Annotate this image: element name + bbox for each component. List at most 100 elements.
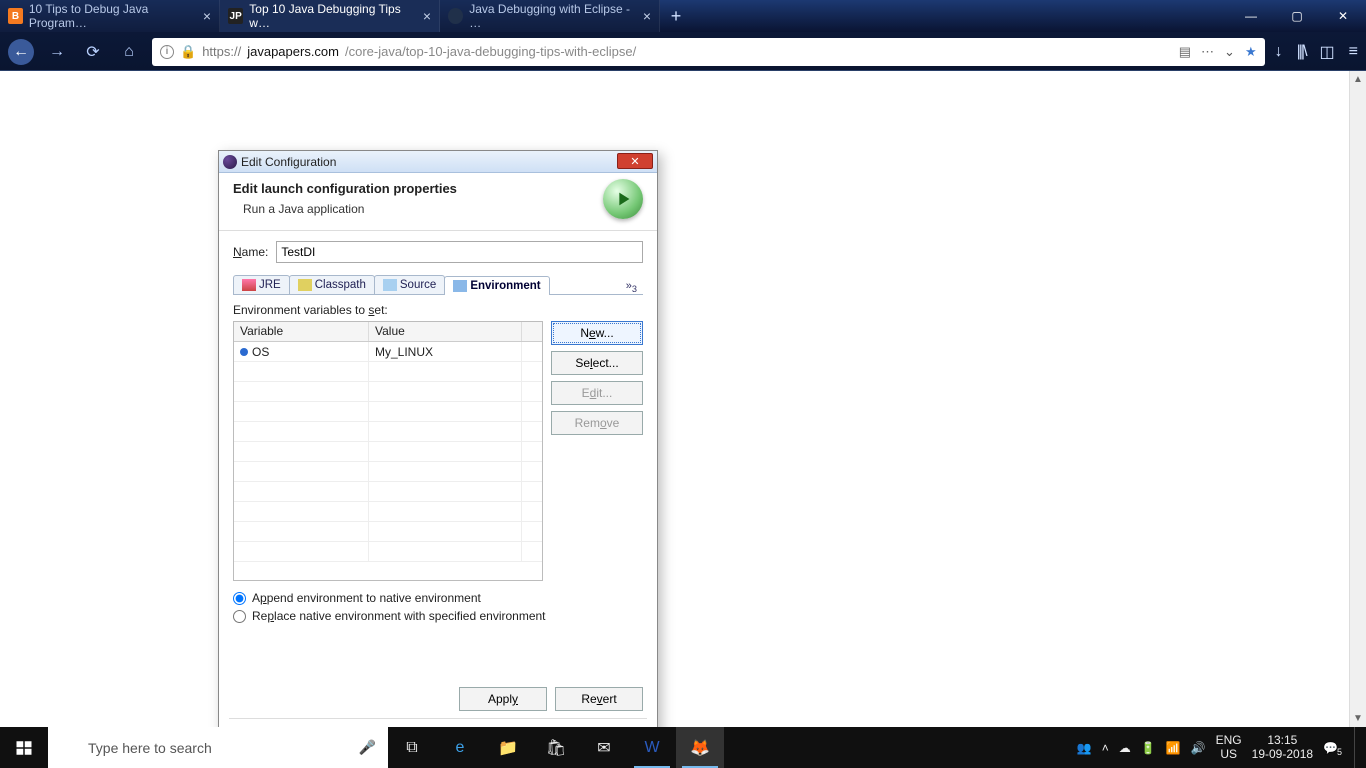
env-mode-radios: Append environment to native environment…	[233, 591, 643, 623]
reload-button[interactable]: ⟳	[80, 39, 106, 65]
firefox-icon[interactable]: 🦊	[676, 727, 724, 768]
start-button[interactable]	[0, 727, 48, 768]
volume-icon[interactable]: 🔊	[1191, 741, 1206, 755]
tab-source[interactable]: Source	[374, 275, 445, 294]
name-input[interactable]	[276, 241, 643, 263]
edit-button[interactable]: Edit...	[551, 381, 643, 405]
show-desktop-button[interactable]	[1354, 727, 1360, 768]
cell-value: My_LINUX	[369, 342, 522, 361]
mic-icon[interactable]: 🎤	[359, 739, 376, 756]
source-icon	[383, 279, 397, 291]
dialog-subheading: Run a Java application	[243, 202, 643, 216]
edit-configuration-dialog: Edit Configuration ✕ Edit launch configu…	[218, 150, 658, 727]
dialog-titlebar[interactable]: Edit Configuration ✕	[219, 151, 657, 173]
clock[interactable]: 13:1519-09-2018	[1252, 734, 1313, 760]
browser-tab-2[interactable]: Java Debugging with Eclipse - … ×	[440, 0, 660, 32]
tab-title: Top 10 Java Debugging Tips w…	[249, 2, 417, 30]
favicon-generic-icon	[448, 8, 463, 24]
run-icon	[603, 179, 643, 219]
page-actions-icon[interactable]: ⋯	[1201, 44, 1214, 60]
classpath-icon	[298, 279, 312, 291]
browser-tab-1[interactable]: JP Top 10 Java Debugging Tips w… ×	[220, 0, 440, 32]
mail-icon[interactable]: ✉	[580, 727, 628, 768]
select-button[interactable]: Select...	[551, 351, 643, 375]
bookmark-star-icon[interactable]: ★	[1245, 44, 1257, 60]
page-scrollbar[interactable]: ▲ ▼	[1349, 71, 1366, 727]
new-button[interactable]: New...	[551, 321, 643, 345]
tab-close-icon[interactable]: ×	[643, 8, 651, 24]
col-variable[interactable]: Variable	[234, 322, 369, 341]
back-button[interactable]: ←	[8, 39, 34, 65]
radio-replace[interactable]: Replace native environment with specifie…	[233, 609, 643, 623]
wifi-icon[interactable]: 📶	[1166, 741, 1181, 755]
battery-icon[interactable]: 🔋	[1141, 741, 1156, 755]
environment-icon	[453, 280, 467, 292]
tab-jre[interactable]: JRE	[233, 275, 290, 294]
scroll-up-icon[interactable]: ▲	[1350, 71, 1366, 88]
action-center-icon[interactable]: 💬5	[1323, 741, 1338, 755]
info-icon[interactable]: i	[160, 45, 174, 59]
col-spacer	[522, 322, 542, 341]
tab-classpath[interactable]: Classpath	[289, 275, 375, 294]
tab-strip: B 10 Tips to Debug Java Program… × JP To…	[0, 0, 692, 32]
browser-chrome: B 10 Tips to Debug Java Program… × JP To…	[0, 0, 1366, 71]
env-buttons: New... Select... Edit... Remove	[551, 321, 643, 581]
radio-append-input[interactable]	[233, 592, 246, 605]
language-indicator[interactable]: ENGUS	[1216, 734, 1242, 760]
windows-icon	[15, 739, 33, 757]
tab-close-icon[interactable]: ×	[423, 8, 431, 24]
cortana-icon	[58, 738, 78, 758]
page-content: ▲ ▼ Edit Configuration ✕ Edit launch con…	[0, 71, 1366, 727]
menu-icon[interactable]: ≡	[1349, 43, 1358, 61]
dialog-close-button[interactable]: ✕	[617, 153, 653, 169]
apply-revert-row: Apply Revert	[459, 687, 643, 711]
col-value[interactable]: Value	[369, 322, 522, 341]
new-tab-button[interactable]: +	[660, 0, 692, 32]
store-icon[interactable]: 🛍	[532, 727, 580, 768]
onedrive-icon[interactable]: ☁	[1119, 741, 1131, 755]
divider	[229, 718, 647, 719]
nav-toolbar: ← → ⟳ ⌂ i 🔒 https://javapapers.com/core-…	[0, 32, 1366, 71]
minimize-button[interactable]: —	[1228, 0, 1274, 32]
url-protocol: https://	[202, 44, 241, 59]
downloads-icon[interactable]: ↓	[1275, 43, 1283, 61]
task-view-icon[interactable]: ⧉	[388, 727, 436, 768]
tab-environment-label: Environment	[470, 280, 540, 292]
remove-button[interactable]: Remove	[551, 411, 643, 435]
reader-mode-icon[interactable]: ▤	[1179, 44, 1191, 60]
people-icon[interactable]: 👥	[1077, 741, 1092, 755]
address-bar[interactable]: i 🔒 https://javapapers.com/core-java/top…	[152, 38, 1265, 66]
taskbar-icons: ⧉ e 📁 🛍 ✉ W 🦊	[388, 727, 724, 768]
apply-button[interactable]: Apply	[459, 687, 547, 711]
tab-close-icon[interactable]: ×	[203, 8, 211, 24]
forward-button[interactable]: →	[44, 39, 70, 65]
word-icon[interactable]: W	[628, 727, 676, 768]
sidebar-icon[interactable]: ◫	[1320, 42, 1335, 62]
maximize-button[interactable]: ▢	[1274, 0, 1320, 32]
dialog-heading: Edit launch configuration properties	[233, 181, 643, 196]
explorer-icon[interactable]: 📁	[484, 727, 532, 768]
tab-environment[interactable]: Environment	[444, 276, 549, 295]
browser-tab-0[interactable]: B 10 Tips to Debug Java Program… ×	[0, 0, 220, 32]
home-button[interactable]: ⌂	[116, 39, 142, 65]
taskbar-search[interactable]: Type here to search 🎤	[48, 727, 388, 768]
tray-chevron-icon[interactable]: ˄	[1102, 741, 1109, 755]
eclipse-icon	[223, 155, 237, 169]
scroll-down-icon[interactable]: ▼	[1350, 710, 1366, 727]
favicon-jp-icon: JP	[228, 8, 243, 24]
var-bullet-icon	[240, 348, 248, 356]
library-icon[interactable]: |||\	[1297, 43, 1306, 61]
search-placeholder: Type here to search	[88, 740, 212, 756]
cell-variable: OS	[234, 342, 369, 361]
env-area: Variable Value OS My_LINUX . . . . . .	[233, 321, 643, 581]
edge-icon[interactable]: e	[436, 727, 484, 768]
env-table[interactable]: Variable Value OS My_LINUX . . . . . .	[233, 321, 543, 581]
revert-button[interactable]: Revert	[555, 687, 643, 711]
close-button[interactable]: ✕	[1320, 0, 1366, 32]
table-row[interactable]: OS My_LINUX	[234, 342, 542, 362]
radio-append[interactable]: Append environment to native environment	[233, 591, 643, 605]
pocket-icon[interactable]: ⌄	[1224, 44, 1235, 60]
tabs-overflow-button[interactable]: »3	[620, 280, 643, 294]
tab-jre-label: JRE	[259, 279, 281, 291]
radio-replace-input[interactable]	[233, 610, 246, 623]
